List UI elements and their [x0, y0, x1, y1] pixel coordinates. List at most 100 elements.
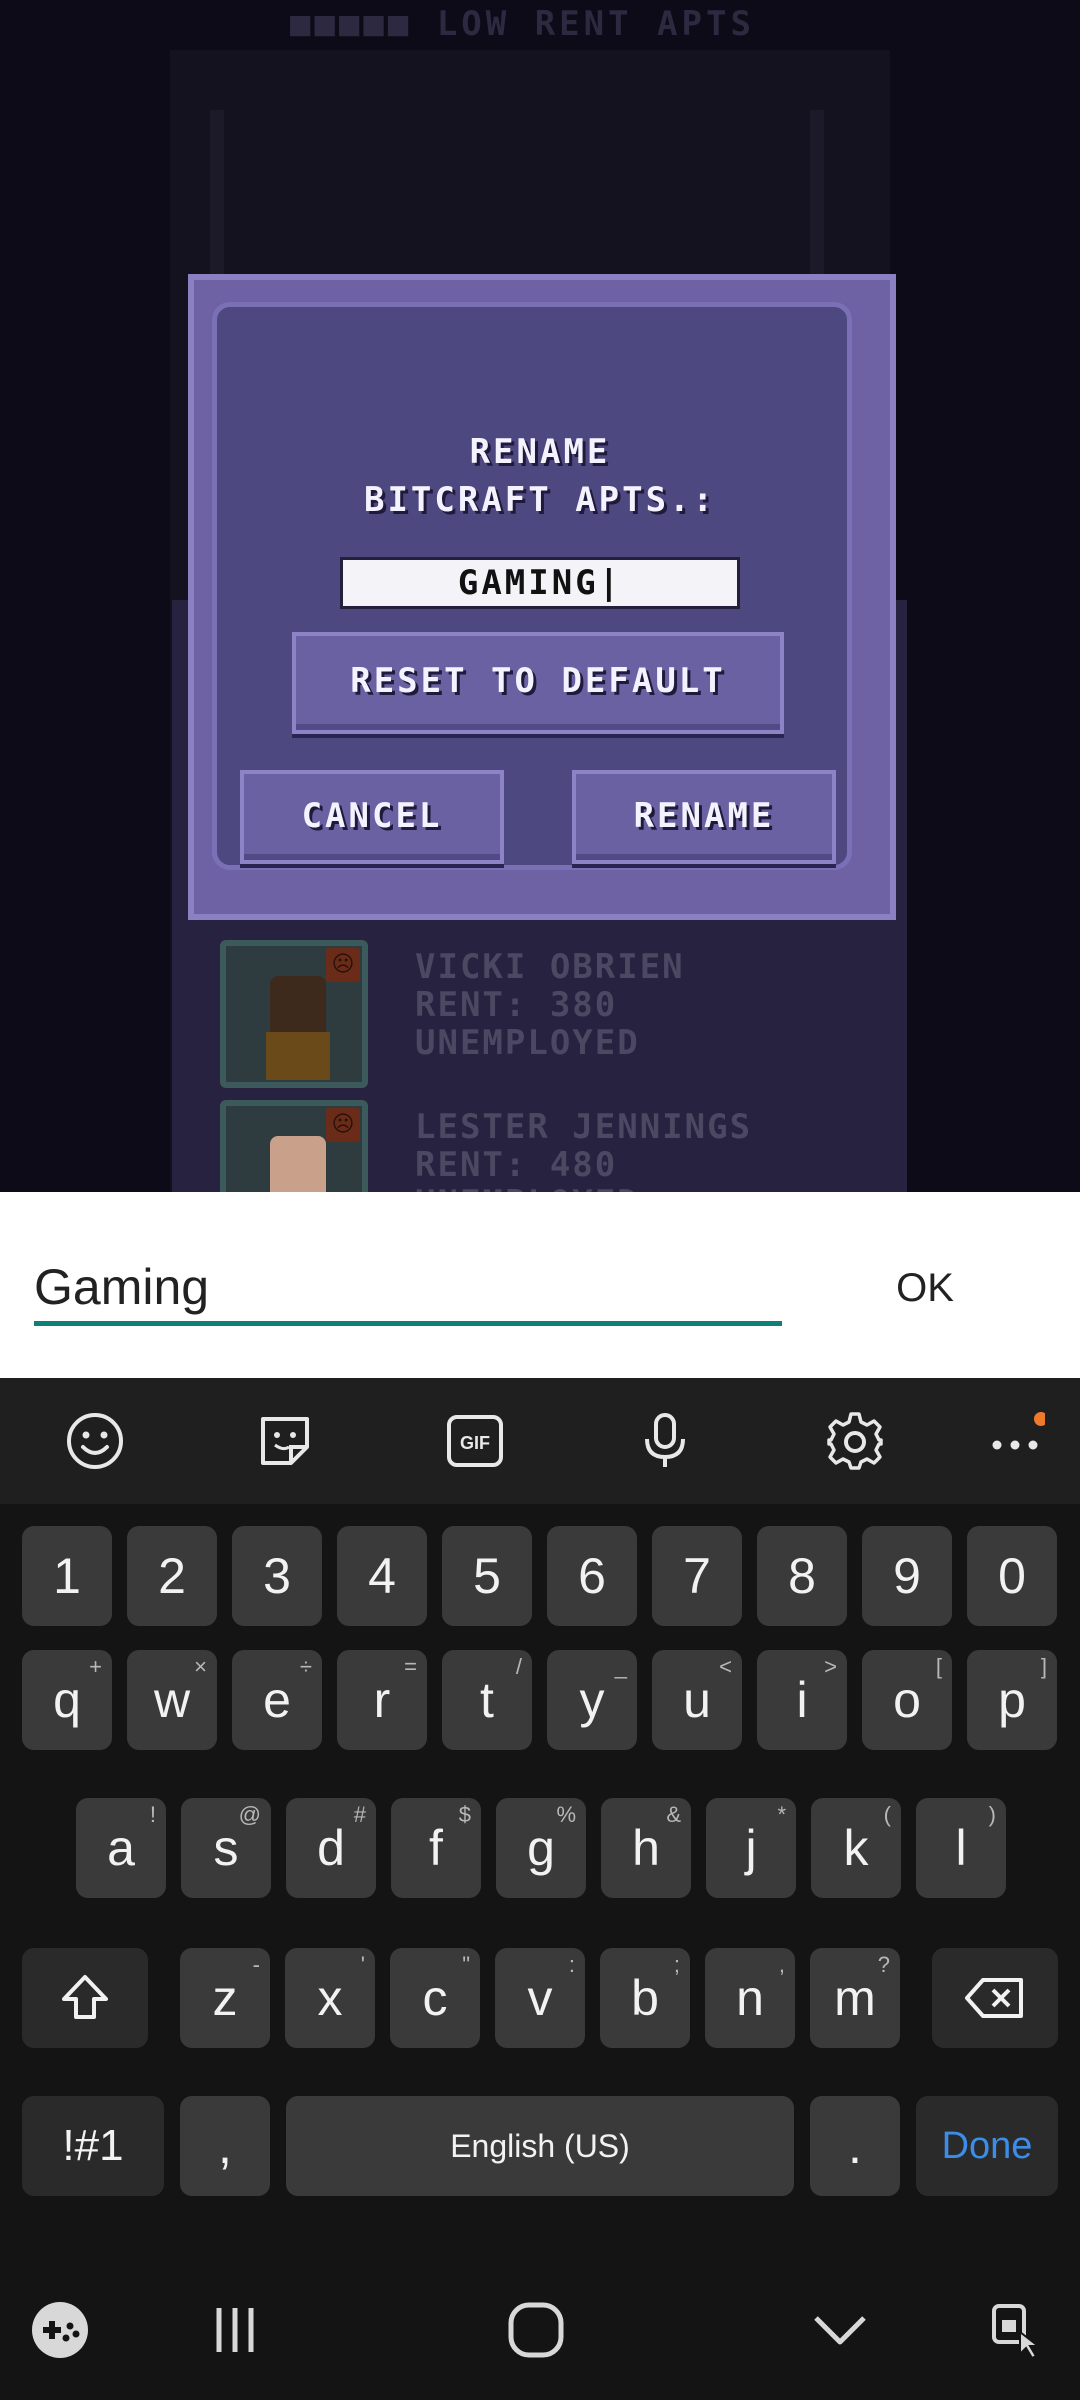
- key-w[interactable]: w ×: [127, 1650, 217, 1750]
- microphone-icon[interactable]: [632, 1408, 698, 1474]
- key-t-label: t: [480, 1672, 494, 1728]
- key-3-label: 3: [263, 1548, 291, 1604]
- symbols-key[interactable]: !#1: [22, 2096, 164, 2196]
- key-hint: %: [556, 1802, 576, 1827]
- dialog-title-line1: RENAME: [469, 432, 611, 472]
- reset-to-default-button[interactable]: RESET TO DEFAULT: [292, 632, 784, 734]
- backspace-key[interactable]: [932, 1948, 1058, 2048]
- key-y[interactable]: y _: [547, 1650, 637, 1750]
- key-hint: >: [824, 1654, 837, 1679]
- key-2[interactable]: 2: [127, 1526, 217, 1626]
- key-z[interactable]: z-: [180, 1948, 270, 2048]
- shift-key[interactable]: [22, 1948, 148, 2048]
- tenant-row[interactable]: ☹ VICKI OBRIEN RENT: 380 UNEMPLOYED: [220, 940, 880, 1090]
- comma-key-label: ,: [218, 2118, 232, 2174]
- key-x[interactable]: x ': [285, 1948, 375, 2048]
- key-hint: ': [360, 1952, 365, 1977]
- key-l[interactable]: l): [916, 1798, 1006, 1898]
- cancel-button[interactable]: CANCEL: [240, 770, 504, 864]
- key-hint: _: [614, 1654, 627, 1679]
- key-j[interactable]: j *: [706, 1798, 796, 1898]
- shift-icon: [62, 1975, 108, 2019]
- key-6[interactable]: 6: [547, 1526, 637, 1626]
- key-hint: ]: [1040, 1654, 1047, 1679]
- text-input-bar: OK: [0, 1192, 1080, 1378]
- tenant-row[interactable]: ☹ LESTER JENNINGS RENT: 480 UNEMPLOYED: [220, 1100, 880, 1192]
- key-hint: &: [666, 1802, 681, 1827]
- key-z-label: z: [212, 1970, 238, 2026]
- key-b[interactable]: b;: [600, 1948, 690, 2048]
- key-hint: +: [89, 1654, 102, 1679]
- tenant-avatar: ☹: [220, 940, 368, 1088]
- space-key[interactable]: English (US): [286, 2096, 794, 2196]
- key-g[interactable]: g%: [496, 1798, 586, 1898]
- accessibility-icon[interactable]: [976, 2290, 1056, 2370]
- key-k-label: k: [843, 1820, 869, 1876]
- comma-key[interactable]: ,: [180, 2096, 270, 2196]
- key-5-label: 5: [473, 1548, 501, 1604]
- key-0[interactable]: 0: [967, 1526, 1057, 1626]
- more-icon[interactable]: [982, 1408, 1048, 1474]
- floor-title: ■■■■■ LOW RENT APTS: [290, 4, 755, 44]
- key-n[interactable]: n,: [705, 1948, 795, 2048]
- key-i[interactable]: i >: [757, 1650, 847, 1750]
- tenant-name: LESTER JENNINGS: [415, 1107, 753, 1147]
- period-key-label: .: [848, 2118, 862, 2174]
- key-o[interactable]: o[: [862, 1650, 952, 1750]
- key-m[interactable]: m?: [810, 1948, 900, 2048]
- key-e[interactable]: e ÷: [232, 1650, 322, 1750]
- key-4[interactable]: 4: [337, 1526, 427, 1626]
- key-u[interactable]: u <: [652, 1650, 742, 1750]
- key-hint: <: [719, 1654, 732, 1679]
- key-hint: ): [988, 1802, 996, 1827]
- key-q[interactable]: q +: [22, 1650, 112, 1750]
- key-hint: ;: [673, 1952, 680, 1977]
- key-t[interactable]: t /: [442, 1650, 532, 1750]
- hide-keyboard-icon[interactable]: [800, 2290, 880, 2370]
- key-i-label: i: [796, 1672, 808, 1728]
- tenant-rent: RENT: 480: [415, 1145, 618, 1185]
- game-tools-icon[interactable]: [20, 2290, 100, 2370]
- key-h[interactable]: h &: [601, 1798, 691, 1898]
- key-2-label: 2: [158, 1548, 186, 1604]
- settings-icon[interactable]: [822, 1408, 888, 1474]
- key-5[interactable]: 5: [442, 1526, 532, 1626]
- key-9[interactable]: 9: [862, 1526, 952, 1626]
- building-name-field[interactable]: GAMING|: [340, 557, 740, 609]
- key-a[interactable]: a!: [76, 1798, 166, 1898]
- key-r[interactable]: r =: [337, 1650, 427, 1750]
- key-m-label: m: [834, 1970, 876, 2026]
- emoji-icon[interactable]: [62, 1408, 128, 1474]
- key-j-label: j: [745, 1820, 757, 1876]
- key-1[interactable]: 1: [22, 1526, 112, 1626]
- key-7[interactable]: 7: [652, 1526, 742, 1626]
- tenant-job: UNEMPLOYED: [415, 1184, 752, 1192]
- key-s[interactable]: s @: [181, 1798, 271, 1898]
- recent-apps-icon[interactable]: [195, 2290, 275, 2370]
- key-k[interactable]: k(: [811, 1798, 901, 1898]
- unhappy-face-icon: ☹: [326, 948, 360, 982]
- rename-button[interactable]: RENAME: [572, 770, 836, 864]
- key-r-label: r: [373, 1672, 391, 1728]
- ok-button[interactable]: OK: [870, 1252, 980, 1324]
- key-hint: ,: [778, 1952, 785, 1977]
- key-p-label: p: [998, 1672, 1026, 1728]
- key-hint: #: [353, 1802, 366, 1827]
- key-3[interactable]: 3: [232, 1526, 322, 1626]
- home-icon[interactable]: [496, 2290, 576, 2370]
- key-f[interactable]: f $: [391, 1798, 481, 1898]
- sticker-icon[interactable]: [252, 1408, 318, 1474]
- gif-icon[interactable]: GIF: [442, 1408, 508, 1474]
- key-d[interactable]: d #: [286, 1798, 376, 1898]
- key-hint: *: [777, 1802, 786, 1827]
- text-input[interactable]: [34, 1252, 782, 1326]
- period-key[interactable]: .: [810, 2096, 900, 2196]
- key-s-label: s: [213, 1820, 239, 1876]
- done-key[interactable]: Done: [916, 2096, 1058, 2196]
- key-v[interactable]: v:: [495, 1948, 585, 2048]
- key-c[interactable]: c ": [390, 1948, 480, 2048]
- key-p[interactable]: p]: [967, 1650, 1057, 1750]
- key-8[interactable]: 8: [757, 1526, 847, 1626]
- key-hint: $: [458, 1802, 471, 1827]
- tenant-avatar: ☹: [220, 1100, 368, 1192]
